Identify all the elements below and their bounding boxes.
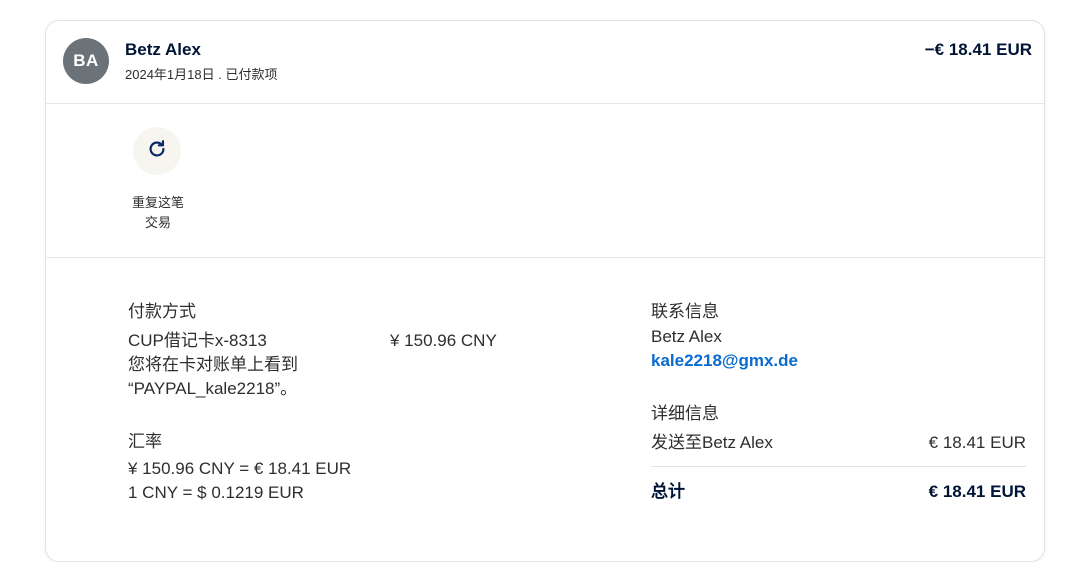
details-section: 付款方式 CUP借记卡x-8313 ¥ 150.96 CNY 您将在卡对账单上看… xyxy=(46,257,1044,561)
contact-email-link[interactable]: kale2218@gmx.de xyxy=(651,351,798,371)
counterparty-name: Betz Alex xyxy=(125,40,201,59)
transaction-header[interactable]: BA Betz Alex 2024年1月18日 . 已付款项 −€ 18.41 … xyxy=(46,21,1044,104)
payment-method-title: 付款方式 xyxy=(128,302,196,321)
statement-note-line2: “PAYPAL_kale2218”。 xyxy=(128,379,298,398)
exchange-rate-line1: ¥ 150.96 CNY = € 18.41 EUR xyxy=(128,459,352,478)
details-divider xyxy=(651,466,1026,467)
payment-amount-cny: ¥ 150.96 CNY xyxy=(390,331,497,350)
total-label: 总计 xyxy=(651,482,685,501)
repeat-transaction-button[interactable] xyxy=(133,127,181,175)
exchange-rate-title: 汇率 xyxy=(128,432,162,451)
total-amount: € 18.41 EUR xyxy=(928,482,1026,501)
avatar: BA xyxy=(63,38,109,84)
sent-to-label: 发送至Betz Alex xyxy=(651,433,773,452)
details-title: 详细信息 xyxy=(651,404,719,423)
transaction-date-status: 2024年1月18日 . 已付款项 xyxy=(125,67,278,82)
transaction-card: BA Betz Alex 2024年1月18日 . 已付款项 −€ 18.41 … xyxy=(45,20,1045,562)
transaction-amount: −€ 18.41 EUR xyxy=(924,40,1032,59)
contact-name: Betz Alex xyxy=(651,327,722,346)
exchange-rate-line2: 1 CNY = $ 0.1219 EUR xyxy=(128,483,304,502)
refresh-icon xyxy=(146,138,168,165)
repeat-transaction-label[interactable]: 重复这笔 交易 xyxy=(108,193,208,233)
statement-note-line1: 您将在卡对账单上看到 xyxy=(128,355,298,374)
actions-section: 重复这笔 交易 xyxy=(46,103,1044,258)
contact-info-title: 联系信息 xyxy=(651,302,719,321)
payment-method-card: CUP借记卡x-8313 xyxy=(128,331,267,350)
sent-to-amount: € 18.41 EUR xyxy=(928,433,1026,452)
